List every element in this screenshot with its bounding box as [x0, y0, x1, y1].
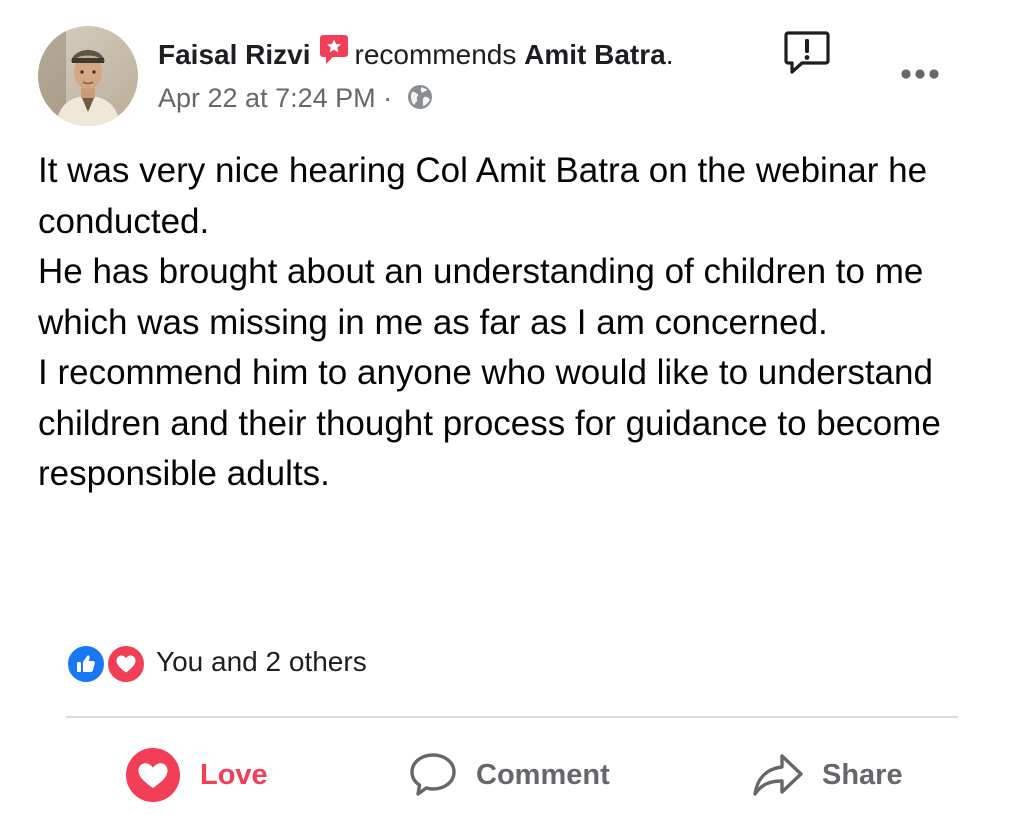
avatar[interactable] — [38, 26, 138, 126]
comment-button[interactable]: Comment — [408, 746, 610, 804]
comment-label: Comment — [476, 758, 610, 791]
love-icon — [106, 644, 146, 684]
post-meta: Apr 22 at 7:24 PM · — [158, 78, 434, 122]
post-body: It was very nice hearing Col Amit Batra … — [38, 146, 958, 500]
post-author-line: Faisal Rizvi recommends Amit Batra. — [158, 34, 674, 77]
like-icon — [66, 644, 106, 684]
more-options-icon[interactable] — [898, 62, 942, 86]
post-paragraph: He has brought about an understanding of… — [38, 252, 924, 342]
meta-separator: · — [383, 83, 393, 113]
recommendation-badge-icon — [319, 34, 349, 77]
share-label: Share — [822, 758, 903, 791]
reaction-count-text: You and 2 others — [156, 646, 367, 677]
post-paragraph: I recommend him to anyone who would like… — [38, 353, 941, 493]
post-timestamp[interactable]: Apr 22 at 7:24 PM — [158, 83, 376, 113]
recommends-text: recommends — [354, 39, 517, 70]
love-label: Love — [200, 758, 268, 791]
post-paragraph: It was very nice hearing Col Amit Batra … — [38, 151, 928, 241]
share-button[interactable]: Share — [752, 746, 903, 804]
comment-icon — [408, 750, 458, 800]
globe-icon — [406, 82, 434, 122]
reactions-summary[interactable]: You and 2 others — [66, 640, 367, 684]
author-name[interactable]: Faisal Rizvi — [158, 39, 311, 70]
report-icon[interactable] — [782, 28, 832, 78]
reaction-icons — [66, 642, 150, 684]
share-icon — [752, 750, 804, 800]
love-button[interactable]: Love — [124, 746, 268, 804]
divider — [66, 716, 958, 718]
recommended-page-link[interactable]: Amit Batra — [524, 39, 666, 70]
sentence-period: . — [665, 39, 674, 70]
love-reaction-icon — [124, 746, 182, 804]
